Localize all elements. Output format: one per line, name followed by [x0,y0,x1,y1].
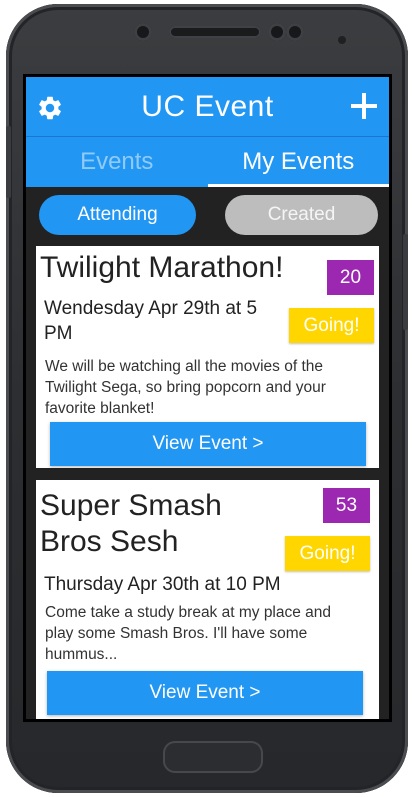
event-datetime: Thursday Apr 30th at 10 PM [44,574,281,595]
view-event-button[interactable]: View Event > [50,422,366,466]
app-bar: UC Event [26,77,389,137]
filter-pills: Attending Created [26,187,389,243]
sensor-icon [268,23,286,41]
attending-filter-button[interactable]: Attending [39,195,196,235]
app-title: UC Event [141,89,274,123]
home-button[interactable] [163,741,263,773]
event-card: Super Smash Bros Sesh 53 Going! Thursday… [36,480,379,719]
attendee-count-badge: 20 [327,260,374,295]
plus-icon[interactable] [349,91,379,121]
created-filter-button[interactable]: Created [225,195,378,235]
event-card: Twilight Marathon! 20 Wendesday Apr 29th… [36,246,379,468]
event-title: Twilight Marathon! [40,251,284,284]
app-screen: UC Event Events My Events Attending Crea… [23,74,392,722]
tab-events[interactable]: Events [26,137,208,187]
tab-my-events[interactable]: My Events [207,137,390,187]
going-status-button[interactable]: Going! [285,536,370,571]
volume-button [6,126,11,198]
event-description: Come take a study break at my place and … [45,604,332,663]
front-camera-icon [134,23,152,41]
proximity-sensor [338,36,346,44]
event-datetime: Wendesday Apr 29th at 5 PM [44,298,258,344]
event-title: Super Smash Bros Sesh [40,489,222,558]
sensor-icon [286,23,304,41]
power-button [403,234,408,330]
event-description: We will be watching all the movies of th… [45,358,326,417]
tab-bar: Events My Events [26,137,389,187]
view-event-button[interactable]: View Event > [47,671,363,715]
attendee-count-badge: 53 [323,488,370,523]
gear-icon[interactable] [36,94,64,122]
going-status-button[interactable]: Going! [289,308,374,343]
earpiece [169,26,261,38]
